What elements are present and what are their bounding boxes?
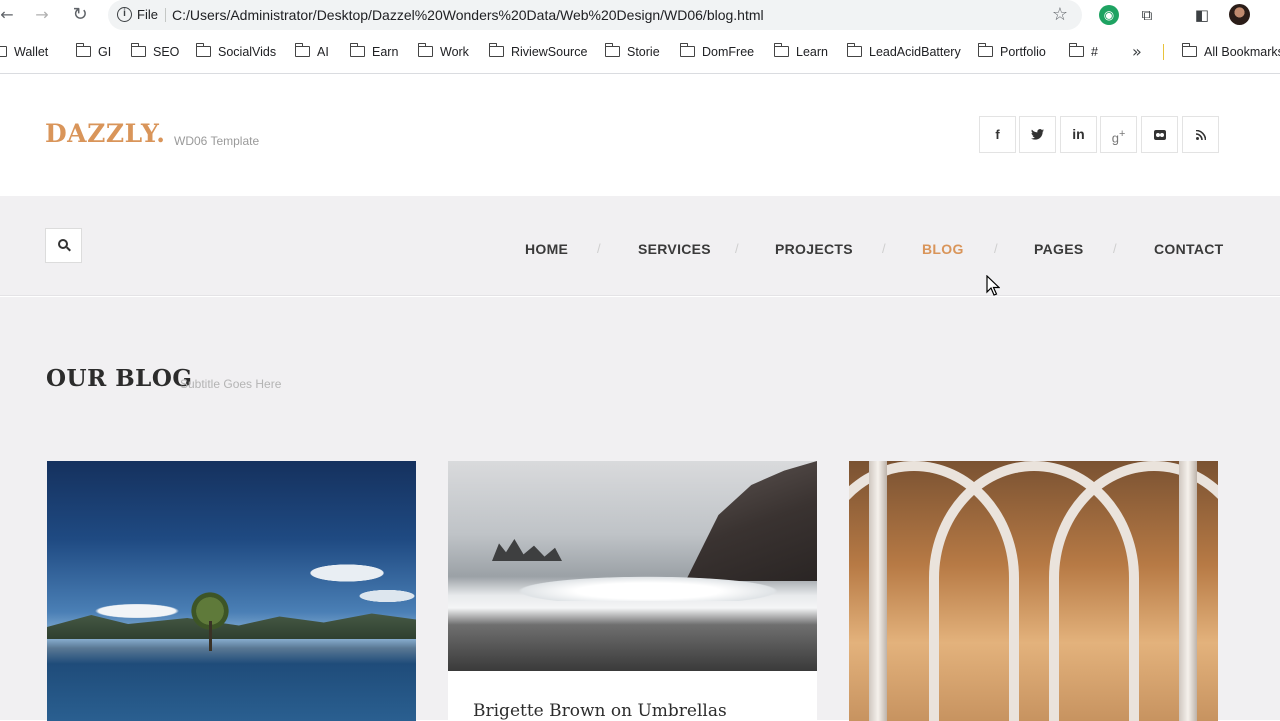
folder-icon	[0, 46, 7, 57]
tree-trunk-shape	[209, 621, 212, 651]
bookmark-item[interactable]: RiviewSource	[488, 40, 587, 64]
folder-icon	[977, 43, 993, 57]
folder-icon	[130, 43, 146, 57]
nav-blog[interactable]: BLOG	[922, 241, 964, 257]
mouse-cursor-icon	[986, 275, 1000, 296]
site-tagline: WD06 Template	[174, 134, 260, 148]
site-header: DAZZLY. WD06 Template f in g+	[0, 74, 1280, 196]
folder-icon	[349, 43, 365, 57]
bookmark-item[interactable]: Earn	[349, 40, 398, 64]
browser-toolbar: ← → ↻ i File C:/Users/Administrator/Desk…	[0, 0, 1280, 30]
beach-cliff-photo[interactable]	[448, 461, 817, 671]
profile-avatar[interactable]	[1229, 4, 1250, 25]
forward-arrow-icon[interactable]: →	[31, 4, 53, 26]
bookmark-item[interactable]: LeadAcidBattery	[846, 40, 961, 64]
flickr-icon[interactable]	[1141, 116, 1178, 153]
folder-icon	[846, 43, 862, 57]
linkedin-icon[interactable]: in	[1060, 116, 1097, 153]
bookmarks-divider	[1163, 44, 1164, 60]
section-subtitle: Subtitle Goes Here	[180, 377, 282, 391]
facebook-icon[interactable]: f	[979, 116, 1016, 153]
bookmark-item[interactable]: Wallet	[0, 40, 48, 64]
cathedral-arches-photo[interactable]	[849, 461, 1218, 721]
logo-dot: .	[156, 119, 166, 148]
address-bar[interactable]: i File C:/Users/Administrator/Desktop/Da…	[108, 0, 1082, 30]
bookmark-item[interactable]: Storie	[604, 40, 660, 64]
folder-icon	[75, 43, 91, 57]
url-text[interactable]: C:/Users/Administrator/Desktop/Dazzel%20…	[172, 7, 764, 23]
nav-contact[interactable]: CONTACT	[1154, 241, 1224, 257]
folder-icon	[1068, 43, 1084, 57]
bookmark-item[interactable]: SEO	[130, 40, 179, 64]
blog-card[interactable]	[849, 461, 1218, 721]
bookmark-item[interactable]: AI	[294, 40, 329, 64]
twitter-icon[interactable]	[1019, 116, 1056, 153]
folder-icon	[679, 43, 695, 57]
chevron-more-icon[interactable]: »	[1132, 40, 1142, 64]
nav-separator: /	[597, 241, 601, 256]
nav-services[interactable]: SERVICES	[638, 241, 711, 257]
nav-separator: /	[1113, 241, 1117, 256]
bookmark-star-icon[interactable]: ☆	[1052, 4, 1068, 25]
logo-text: DAZZLY	[45, 119, 157, 148]
section-title: OUR BLOG	[46, 365, 193, 392]
site-logo[interactable]: DAZZLY.	[45, 119, 165, 148]
search-button[interactable]	[45, 228, 82, 263]
folder-icon	[294, 43, 310, 57]
blog-section: OUR BLOG Subtitle Goes Here Brigette Bro…	[0, 297, 1280, 721]
all-bookmarks-item[interactable]: All Bookmarks	[1181, 40, 1280, 64]
folder-icon	[195, 43, 211, 57]
pillar-shape	[869, 461, 887, 721]
google-plus-icon[interactable]: g+	[1100, 116, 1137, 153]
reload-icon[interactable]: ↻	[69, 4, 91, 26]
folder-icon	[773, 43, 789, 57]
bookmark-item[interactable]: GI	[75, 40, 111, 64]
bookmark-item[interactable]: Learn	[773, 40, 828, 64]
pillar-shape	[1179, 461, 1197, 721]
folder-icon	[488, 43, 504, 57]
bookmark-item[interactable]: Portfolio	[977, 40, 1046, 64]
extensions-puzzle-icon[interactable]: ⧉	[1137, 5, 1157, 25]
bookmark-item[interactable]: DomFree	[679, 40, 754, 64]
sea-rocks-shape	[492, 539, 562, 561]
rss-icon[interactable]	[1182, 116, 1219, 153]
search-icon-handle	[66, 246, 71, 252]
bookmarks-bar: Wallet GI SEO SocialVids AI Earn Work Ri…	[0, 40, 1280, 64]
nav-separator: /	[735, 241, 739, 256]
folder-icon	[417, 43, 433, 57]
nav-separator: /	[994, 241, 998, 256]
security-label: File	[137, 7, 158, 22]
bookmark-item[interactable]: SocialVids	[195, 40, 276, 64]
folder-icon	[604, 43, 620, 57]
nav-separator: /	[882, 241, 886, 256]
address-divider	[165, 8, 166, 22]
main-navigation: HOME / SERVICES / PROJECTS / BLOG / PAGE…	[0, 196, 1280, 296]
folder-icon	[1181, 43, 1197, 57]
back-arrow-icon[interactable]: ←	[0, 4, 18, 26]
side-panel-icon[interactable]: ◧	[1192, 5, 1212, 25]
nav-home[interactable]: HOME	[525, 241, 568, 257]
bookmark-item[interactable]: #	[1068, 40, 1098, 64]
nav-projects[interactable]: PROJECTS	[775, 241, 853, 257]
blog-card[interactable]: Brigette Brown on Umbrellas	[448, 461, 817, 721]
lake-tree-photo[interactable]	[47, 461, 416, 721]
nav-pages[interactable]: PAGES	[1034, 241, 1083, 257]
extension-green-icon[interactable]: ◉	[1099, 5, 1119, 25]
info-icon[interactable]: i	[117, 7, 132, 22]
cliff-shape	[685, 461, 817, 581]
blog-card[interactable]	[47, 461, 416, 721]
blog-card-title[interactable]: Brigette Brown on Umbrellas	[473, 701, 727, 721]
wave-shape	[448, 571, 817, 601]
bookmark-item[interactable]: Work	[417, 40, 469, 64]
